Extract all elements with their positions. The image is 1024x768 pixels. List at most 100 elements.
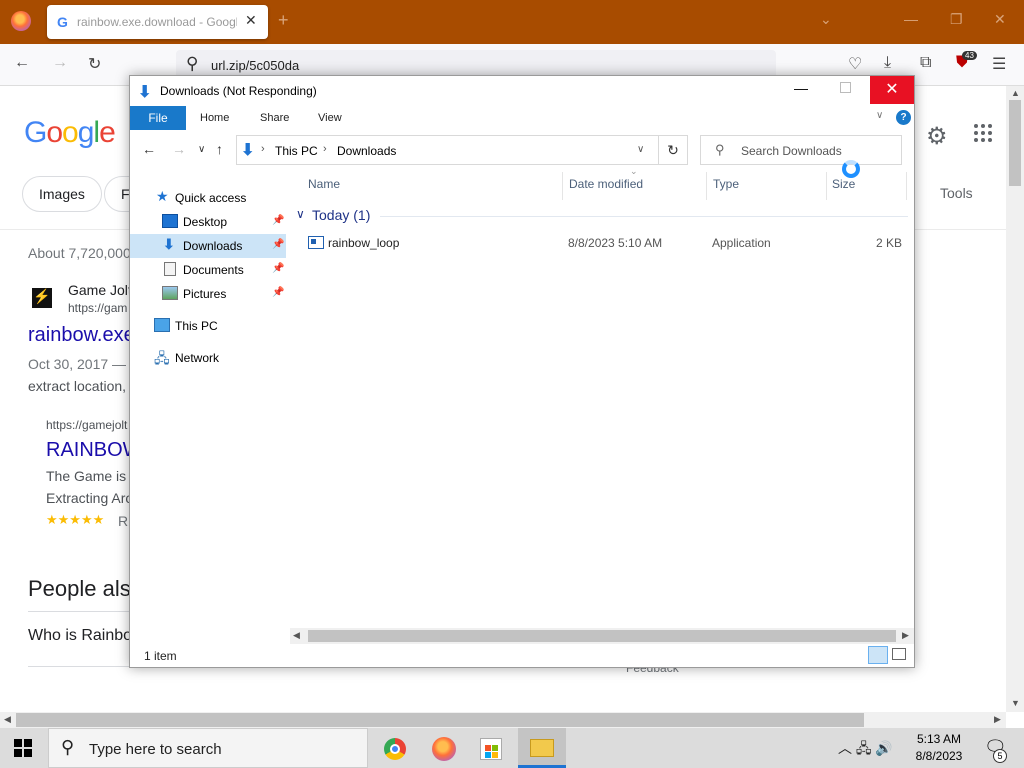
column-type[interactable]: Type xyxy=(713,177,739,191)
breadcrumb-downloads[interactable]: Downloads xyxy=(337,144,396,158)
documents-icon xyxy=(164,262,176,276)
sub-result-text: The Game is xyxy=(46,468,127,484)
tab-share[interactable]: Share xyxy=(260,112,289,124)
nav-this-pc[interactable]: This PC xyxy=(130,314,286,338)
scroll-down-icon[interactable]: ▼ xyxy=(1011,698,1020,708)
help-icon[interactable]: ? xyxy=(896,110,911,125)
horizontal-scroll-thumb[interactable] xyxy=(16,713,864,727)
sub-result-url[interactable]: https://gamejolt xyxy=(46,418,127,432)
nav-quick-access[interactable]: ★ Quick access xyxy=(130,186,286,210)
tools-button[interactable]: Tools xyxy=(940,185,973,201)
window-title-bar[interactable]: ⬇ Downloads (Not Responding) — ✕ xyxy=(130,76,914,104)
application-file-icon xyxy=(308,236,324,249)
nav-network[interactable]: 🖧 Network xyxy=(130,346,286,370)
windows-start-icon[interactable] xyxy=(14,739,32,757)
back-icon[interactable]: ← xyxy=(142,141,156,157)
system-tray-icons[interactable]: ︿ 🖧 🔊 xyxy=(838,738,893,762)
tab-list-icon[interactable]: ⌄ xyxy=(820,11,832,28)
browser-tab[interactable]: G rainbow.exe.download - Google ✕ xyxy=(47,5,268,39)
firefox-icon[interactable] xyxy=(432,737,456,761)
address-bar[interactable]: ⬇ › This PC › Downloads ∨ xyxy=(236,135,688,165)
column-name[interactable]: Name xyxy=(308,177,340,191)
nav-documents[interactable]: Documents 📌 xyxy=(130,258,286,282)
column-separator[interactable] xyxy=(906,172,907,200)
forward-icon[interactable]: → xyxy=(52,54,68,72)
minimize-icon[interactable]: — xyxy=(794,80,808,96)
group-divider xyxy=(380,216,908,217)
group-header[interactable]: Today (1) xyxy=(312,207,370,223)
google-logo[interactable]: Google xyxy=(24,116,116,150)
up-icon[interactable]: ↑ xyxy=(216,141,223,157)
column-separator[interactable] xyxy=(706,172,707,200)
scroll-right-icon[interactable]: ▶ xyxy=(902,630,909,641)
chip-images[interactable]: Images xyxy=(22,176,102,212)
column-date-modified[interactable]: Date modified xyxy=(569,177,643,191)
search-icon: ⚲ xyxy=(61,737,75,757)
downloads-arrow-icon: ⬇ xyxy=(163,236,175,252)
ribbon-expand-icon[interactable]: ∨ xyxy=(876,110,883,121)
tab-file[interactable]: File xyxy=(130,106,186,130)
recent-locations-icon[interactable]: ∨ xyxy=(198,144,205,155)
tab-close-icon[interactable]: ✕ xyxy=(245,12,257,29)
pin-icon[interactable]: 📌 xyxy=(272,287,284,298)
result-title-link[interactable]: rainbow.exe xyxy=(28,324,135,347)
close-icon[interactable]: ✕ xyxy=(994,11,1006,28)
busy-cursor-icon xyxy=(842,160,860,178)
menu-icon[interactable]: ☰ xyxy=(992,54,1006,74)
pin-icon[interactable]: 📌 xyxy=(272,263,284,274)
nav-label: Quick access xyxy=(175,191,247,205)
new-tab-icon[interactable]: + xyxy=(278,10,289,31)
chrome-icon[interactable] xyxy=(384,738,406,760)
details-view-icon[interactable] xyxy=(868,646,888,664)
scroll-left-icon[interactable]: ◀ xyxy=(293,630,300,641)
horizontal-scroll-thumb[interactable] xyxy=(308,630,896,642)
file-explorer-window[interactable]: ⬇ Downloads (Not Responding) — ✕ File Ho… xyxy=(129,75,915,668)
firefox-logo-icon[interactable] xyxy=(11,11,31,31)
settings-gear-icon[interactable]: ⚙ xyxy=(926,122,948,151)
taskbar-search-box[interactable]: ⚲ Type here to search xyxy=(48,728,368,768)
restore-icon[interactable]: ❐ xyxy=(950,11,963,28)
scroll-right-icon[interactable]: ▶ xyxy=(994,714,1001,725)
address-dropdown-icon[interactable]: ∨ xyxy=(637,144,644,155)
url-text[interactable]: url.zip/5c050da xyxy=(211,58,299,73)
nav-downloads[interactable]: ⬇ Downloads 📌 xyxy=(130,234,286,258)
nav-pictures[interactable]: Pictures 📌 xyxy=(130,282,286,306)
forward-icon[interactable]: → xyxy=(172,141,186,157)
reload-icon[interactable]: ↻ xyxy=(88,54,101,74)
file-row[interactable]: rainbow_loop 8/8/2023 5:10 AM Applicatio… xyxy=(306,234,906,254)
scroll-up-icon[interactable]: ▲ xyxy=(1011,88,1020,98)
refresh-icon[interactable]: ↻ xyxy=(658,135,688,165)
download-icon[interactable]: ⤓ xyxy=(884,54,891,72)
maximize-icon[interactable] xyxy=(840,82,851,93)
sub-result-title-link[interactable]: RAINBOW xyxy=(46,439,142,462)
column-size[interactable]: Size xyxy=(832,177,855,191)
column-separator[interactable] xyxy=(562,172,563,200)
breadcrumb-separator-icon: › xyxy=(261,143,265,155)
apps-grid-icon[interactable] xyxy=(974,124,994,144)
group-collapse-icon[interactable]: ∨ xyxy=(296,207,305,221)
pin-icon[interactable]: 📌 xyxy=(272,215,284,226)
pin-icon[interactable]: 📌 xyxy=(272,239,284,250)
rating-text: R xyxy=(118,513,129,529)
store-icon[interactable] xyxy=(480,738,502,760)
tab-view[interactable]: View xyxy=(318,112,342,124)
pocket-icon[interactable]: ♡ xyxy=(848,54,862,74)
close-icon[interactable]: ✕ xyxy=(870,76,914,104)
minimize-icon[interactable]: — xyxy=(904,11,918,27)
back-icon[interactable]: ← xyxy=(14,54,30,72)
search-box[interactable]: ⚲ Search Downloads xyxy=(700,135,902,165)
extensions-icon[interactable]: ⧉ xyxy=(920,54,931,72)
network-icon: 🖧 xyxy=(154,350,170,366)
breadcrumb-this-pc[interactable]: This PC xyxy=(275,144,318,158)
nav-desktop[interactable]: Desktop 📌 xyxy=(130,210,286,234)
tab-home[interactable]: Home xyxy=(200,112,229,124)
large-icons-view-icon[interactable] xyxy=(892,648,906,660)
breadcrumb-separator-icon: › xyxy=(323,143,327,155)
scroll-left-icon[interactable]: ◀ xyxy=(4,714,11,725)
clock[interactable]: 5:13 AM 8/8/2023 xyxy=(904,731,974,765)
column-separator[interactable] xyxy=(826,172,827,200)
nav-label: This PC xyxy=(175,319,218,333)
question-item[interactable]: Who is Rainbo xyxy=(28,627,132,645)
vertical-scroll-thumb[interactable] xyxy=(1009,100,1021,186)
result-url[interactable]: https://gam xyxy=(68,301,127,315)
